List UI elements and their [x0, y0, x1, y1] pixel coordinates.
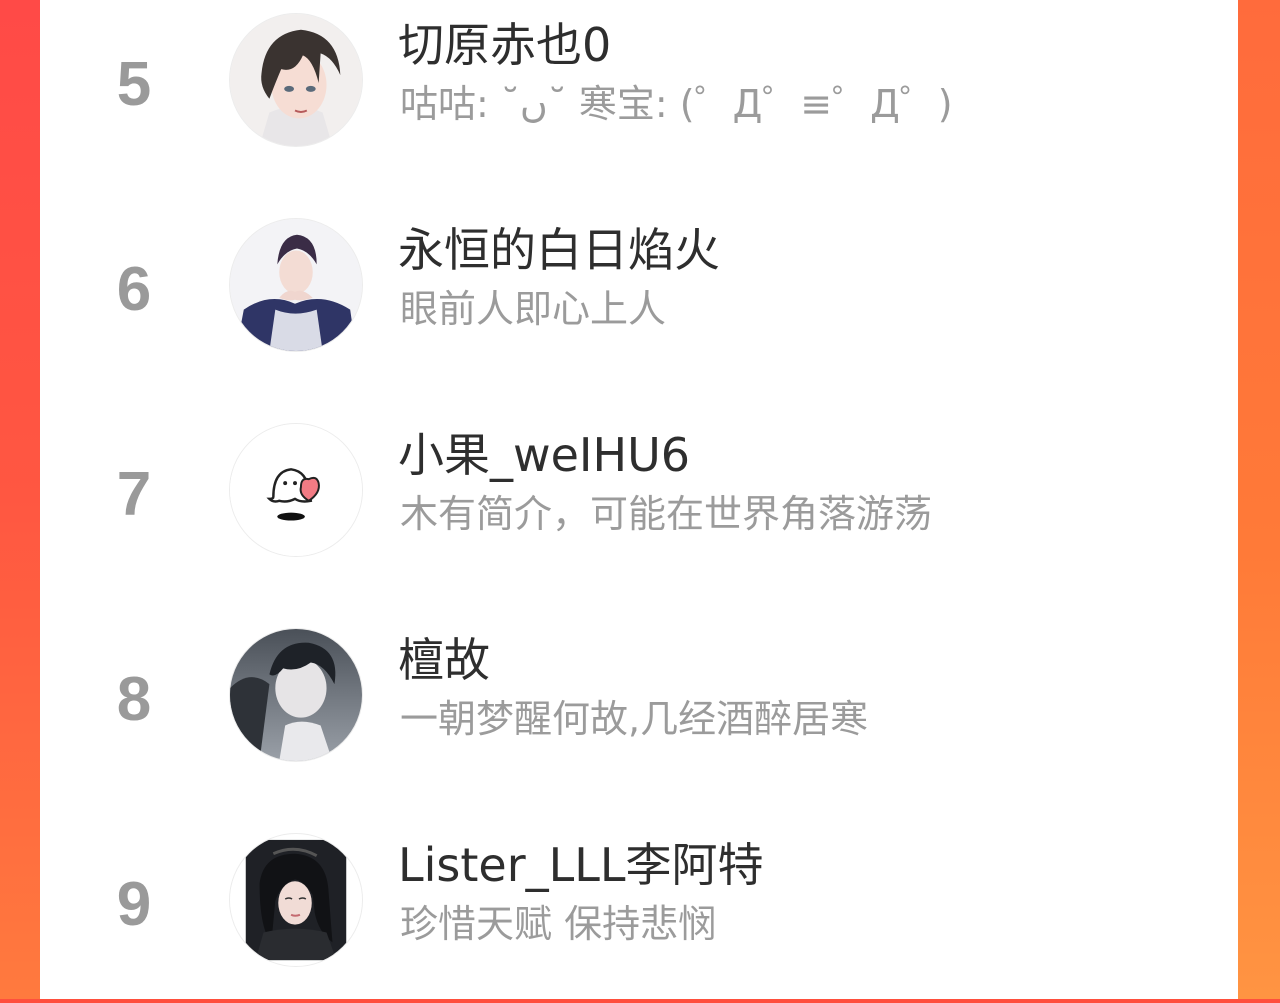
anime-man-avatar-image — [230, 219, 362, 351]
user-name[interactable]: 切原赤也0 — [398, 18, 611, 73]
rank-number: 7 — [116, 460, 152, 529]
user-avatar[interactable] — [229, 833, 363, 967]
user-name[interactable]: 永恒的白日焰火 — [398, 223, 720, 278]
rank-number: 5 — [116, 50, 152, 119]
ranking-list: 5 切原赤也0 咕咕: ˘ں˘ 寒宝: (゜Д゜≡゜Д゜) 6 永恒的白日焰火 … — [40, 0, 1238, 999]
rank-number: 8 — [116, 665, 152, 734]
user-bio: 眼前人即心上人 — [400, 287, 667, 331]
user-name[interactable]: 檀故 — [398, 633, 490, 688]
rank-number: 9 — [116, 870, 152, 939]
ranking-row[interactable]: 9 Lister_LLL李阿特 珍惜天赋 保持悲悯 — [40, 798, 1238, 1003]
user-avatar[interactable] — [229, 13, 363, 147]
user-bio: 珍惜天赋 保持悲悯 — [400, 902, 717, 946]
user-bio: 木有简介，可能在世界角落游荡 — [400, 492, 933, 536]
user-name[interactable]: Lister_LLL李阿特 — [398, 838, 764, 893]
left-gradient-border — [0, 0, 40, 999]
user-bio: 一朝梦醒何故,几经酒醉居寒 — [400, 697, 869, 741]
girl-photo-avatar-image — [230, 834, 362, 966]
user-avatar[interactable] — [229, 423, 363, 557]
user-avatar[interactable] — [229, 628, 363, 762]
ghost-with-heart-image — [230, 424, 362, 556]
ranking-row[interactable]: 8 檀故 一朝梦醒何故,几经酒醉居寒 — [40, 593, 1238, 798]
user-avatar[interactable] — [229, 218, 363, 352]
anime-boy-avatar-image — [230, 14, 362, 146]
user-bio: 咕咕: ˘ں˘ 寒宝: (゜Д゜≡゜Д゜) — [400, 82, 953, 126]
ranking-row[interactable]: 6 永恒的白日焰火 眼前人即心上人 — [40, 183, 1238, 388]
right-gradient-border — [1238, 0, 1280, 999]
rank-number: 6 — [116, 255, 152, 324]
ranking-row[interactable]: 7 小果_weIHU6 木有简介，可能在世界角落游荡 — [40, 388, 1238, 593]
user-name[interactable]: 小果_weIHU6 — [398, 428, 690, 483]
ranking-row[interactable]: 5 切原赤也0 咕咕: ˘ں˘ 寒宝: (゜Д゜≡゜Д゜) — [40, 0, 1238, 183]
anime-man-grey-avatar-image — [230, 629, 362, 761]
